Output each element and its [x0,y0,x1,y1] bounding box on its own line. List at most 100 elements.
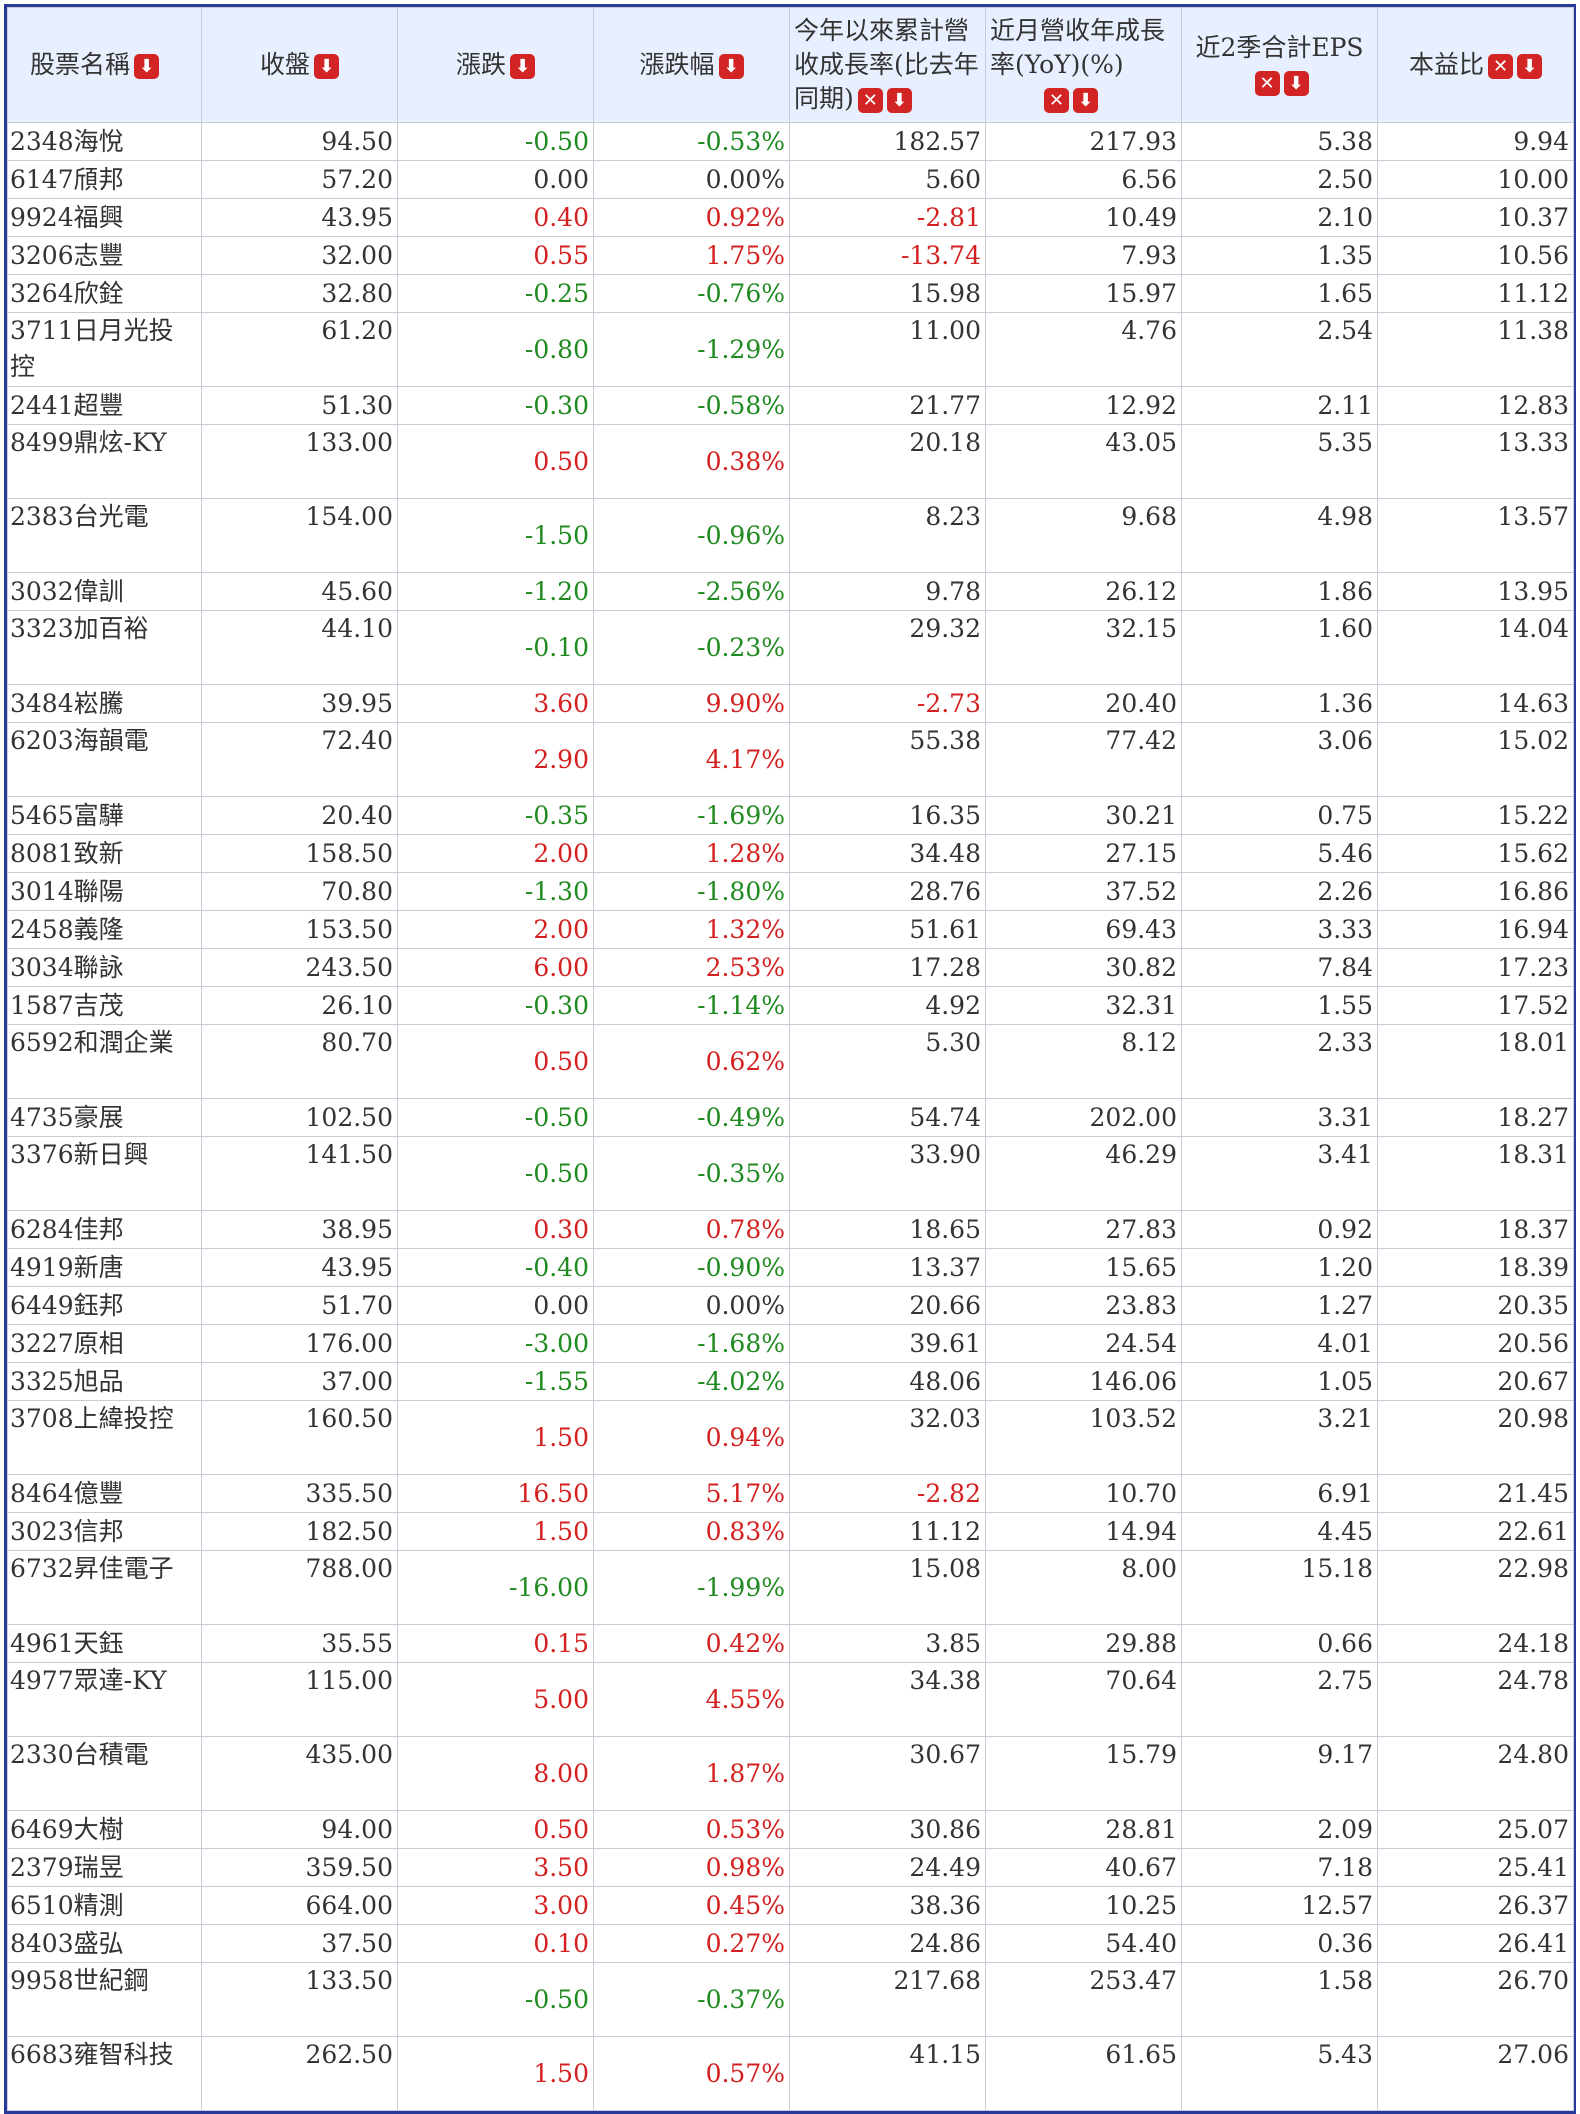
ytd-growth-cell: 28.76 [789,872,986,911]
header-pe[interactable]: 本益比 ✕ ⬇ [1377,7,1574,123]
ytd-growth-cell: 13.37 [789,1248,986,1287]
stock-name-link[interactable]: 6732昇佳電子 [7,1550,202,1625]
table-row: 3227原相 176.00 -3.00 -1.68% 39.61 24.54 4.01 20.… [7,1324,1574,1363]
eps-cell: 4.01 [1181,1324,1378,1363]
stock-name-link[interactable]: 3032偉訓 [7,572,202,611]
sort-down-icon[interactable]: ⬇ [510,54,535,79]
sort-down-icon[interactable]: ⬇ [134,54,160,79]
stock-name-link[interactable]: 8081致新 [7,834,202,873]
stock-name-link[interactable]: 2441超豐 [7,386,202,425]
stock-name-link[interactable]: 6147頎邦 [7,160,202,199]
header-change[interactable]: 漲跌 ⬇ [397,7,594,123]
close-cell: 133.00 [201,424,398,499]
stock-name-link[interactable]: 6683雍智科技 [7,2036,202,2111]
pe-cell: 26.37 [1377,1886,1574,1925]
change-cell: 2.90 [397,722,594,797]
stock-name-link[interactable]: 2330台積電 [7,1736,202,1811]
header-close[interactable]: 收盤 ⬇ [201,7,398,123]
ytd-growth-cell: 33.90 [789,1136,986,1211]
stock-name-link[interactable]: 3023信邦 [7,1512,202,1551]
yoy-cell: 253.47 [985,1962,1182,2037]
stock-name-link[interactable]: 1587吉茂 [7,986,202,1025]
header-change-pct[interactable]: 漲跌幅 ⬇ [593,7,790,123]
table-row: 2441超豐 51.30 -0.30 -0.58% 21.77 12.92 2.11 12.8… [7,386,1574,425]
stock-name-link[interactable]: 4735豪展 [7,1098,202,1137]
stock-name-link[interactable]: 3206志豐 [7,236,202,275]
table-row: 4961天鈺 35.55 0.15 0.42% 3.85 29.88 0.66 24.18 [7,1624,1574,1663]
header-ytd-growth[interactable]: 今年以來累計營收成長率(比去年同期) ✕ ⬇ [789,7,986,123]
stock-name-link[interactable]: 8403盛弘 [7,1924,202,1963]
yoy-cell: 8.12 [985,1024,1182,1099]
stock-name-link[interactable]: 3708上緯投控 [7,1400,202,1475]
eps-cell: 1.36 [1181,684,1378,723]
sort-down-icon[interactable]: ⬇ [1517,54,1542,79]
pe-cell: 26.70 [1377,1962,1574,2037]
pe-cell: 20.98 [1377,1400,1574,1475]
change-cell: -3.00 [397,1324,594,1363]
stock-name-link[interactable]: 3034聯詠 [7,948,202,987]
change-cell: 0.00 [397,160,594,199]
change-cell: -0.50 [397,1098,594,1137]
sort-down-icon[interactable]: ⬇ [314,54,339,79]
stock-name-link[interactable]: 3227原相 [7,1324,202,1363]
stock-name-link[interactable]: 2348海悅 [7,122,202,161]
ytd-growth-cell: 8.23 [789,498,986,573]
change-cell: 3.50 [397,1848,594,1887]
pe-cell: 24.18 [1377,1624,1574,1663]
change-pct-cell: 5.17% [593,1474,790,1513]
stock-name-link[interactable]: 4961天鈺 [7,1624,202,1663]
stock-name-link[interactable]: 3323加百裕 [7,610,202,685]
pe-cell: 11.12 [1377,274,1574,313]
stock-name-link[interactable]: 3484崧騰 [7,684,202,723]
eps-cell: 1.65 [1181,274,1378,313]
stock-name-link[interactable]: 6510精測 [7,1886,202,1925]
stock-name-link[interactable]: 3376新日興 [7,1136,202,1211]
stock-name-link[interactable]: 4919新唐 [7,1248,202,1287]
ytd-growth-cell: 41.15 [789,2036,986,2111]
header-yoy[interactable]: 近月營收年成長率(YoY)(%) ✕ ⬇ [985,7,1182,123]
eps-cell: 4.98 [1181,498,1378,573]
change-pct-cell: 2.53% [593,948,790,987]
header-name[interactable]: 股票名稱 ⬇ [7,7,202,123]
remove-icon[interactable]: ✕ [1488,54,1513,79]
stock-name-link[interactable]: 3711日月光投控 [7,312,202,387]
change-pct-cell: -1.99% [593,1550,790,1625]
close-cell: 72.40 [201,722,398,797]
stock-name-link[interactable]: 6284佳邦 [7,1210,202,1249]
sort-down-icon[interactable]: ⬇ [1283,71,1309,96]
sort-down-icon[interactable]: ⬇ [718,54,744,79]
change-cell: -0.40 [397,1248,594,1287]
sort-down-icon[interactable]: ⬇ [886,88,912,113]
stock-name-link[interactable]: 8499鼎炫-KY [7,424,202,499]
stock-name-link[interactable]: 2379瑞昱 [7,1848,202,1887]
close-cell: 153.50 [201,910,398,949]
stock-name-link[interactable]: 5465富驊 [7,796,202,835]
stock-name-link[interactable]: 9958世紀鋼 [7,1962,202,2037]
ytd-growth-cell: 32.03 [789,1400,986,1475]
ytd-growth-cell: 4.92 [789,986,986,1025]
remove-icon[interactable]: ✕ [1254,71,1280,96]
stock-name-link[interactable]: 6469大樹 [7,1810,202,1849]
stock-name-link[interactable]: 3325旭品 [7,1362,202,1401]
stock-name-link[interactable]: 4977眾達-KY [7,1662,202,1737]
stock-name-link[interactable]: 6592和潤企業 [7,1024,202,1099]
pe-cell: 22.61 [1377,1512,1574,1551]
yoy-cell: 27.15 [985,834,1182,873]
eps-cell: 15.18 [1181,1550,1378,1625]
stock-name-link[interactable]: 3014聯陽 [7,872,202,911]
yoy-cell: 20.40 [985,684,1182,723]
remove-icon[interactable]: ✕ [1044,88,1069,113]
stock-name-link[interactable]: 6449鈺邦 [7,1286,202,1325]
remove-icon[interactable]: ✕ [857,88,883,113]
stock-name-link[interactable]: 9924福興 [7,198,202,237]
stock-name-link[interactable]: 3264欣銓 [7,274,202,313]
stock-name-link[interactable]: 6203海韻電 [7,722,202,797]
sort-down-icon[interactable]: ⬇ [1073,88,1098,113]
header-eps2q[interactable]: 近2季合計EPS ✕ ⬇ [1181,7,1378,123]
pe-cell: 16.86 [1377,872,1574,911]
change-cell: 8.00 [397,1736,594,1811]
ytd-growth-cell: 11.00 [789,312,986,387]
stock-name-link[interactable]: 2458義隆 [7,910,202,949]
stock-name-link[interactable]: 8464億豐 [7,1474,202,1513]
stock-name-link[interactable]: 2383台光電 [7,498,202,573]
